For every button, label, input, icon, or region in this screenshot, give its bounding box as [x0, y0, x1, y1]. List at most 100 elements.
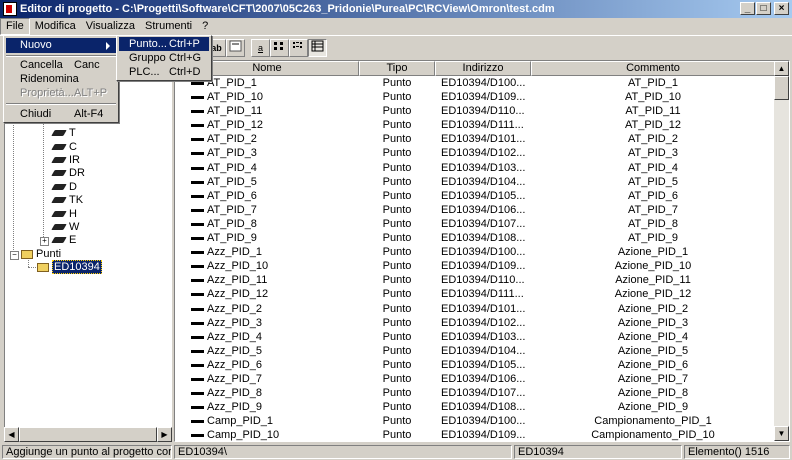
- column-tipo[interactable]: Tipo: [359, 61, 435, 76]
- toolbar-small-icons-button[interactable]: [270, 39, 289, 57]
- tree-item-tk[interactable]: TK: [51, 194, 83, 207]
- maximize-button[interactable]: □: [756, 2, 771, 15]
- table-row[interactable]: Azz_PID_10 Punto ED10394/D109... Azione_PID…: [175, 259, 775, 273]
- menu-modifica[interactable]: Modifica: [30, 18, 81, 35]
- scroll-down-icon[interactable]: ▼: [774, 426, 789, 441]
- cell-comment: AT_PID_3: [628, 147, 678, 160]
- cell-name: Azz_PID_9: [175, 400, 359, 414]
- point-icon: [191, 82, 204, 85]
- cell-comment: AT_PID_1: [628, 77, 678, 89]
- menu-help[interactable]: ?: [197, 18, 213, 35]
- menu-item-ridenomina[interactable]: Ridenomina: [6, 72, 116, 87]
- cell-address: ED10394/D104...: [441, 344, 526, 357]
- table-row[interactable]: AT_PID_9 Punto ED10394/D108... AT_PID_9: [175, 231, 775, 245]
- menu-item-proprieta[interactable]: Proprietà... ALT+P: [6, 86, 116, 101]
- tree-item-c[interactable]: C: [51, 141, 77, 154]
- table-row[interactable]: Azz_PID_5 Punto ED10394/D104... Azione_PID_…: [175, 344, 775, 358]
- folder-icon: [21, 249, 33, 259]
- table-row[interactable]: Camp_PID_10 Punto ED10394/D109... Campionam…: [175, 428, 775, 442]
- cell-name: AT_PID_11: [175, 104, 359, 118]
- table-row[interactable]: AT_PID_5 Punto ED10394/D104... AT_PID_5: [175, 175, 775, 189]
- scroll-up-icon[interactable]: ▲: [774, 61, 789, 76]
- cell-address: ED10394/D108...: [441, 232, 526, 245]
- table-row[interactable]: AT_PID_7 Punto ED10394/D106... AT_PID_7: [175, 203, 775, 217]
- cell-name: Azz_PID_4: [175, 330, 359, 344]
- table-row[interactable]: AT_PID_11 Punto ED10394/D110... AT_PID_11: [175, 104, 775, 118]
- status-count: Elemento() 1516: [684, 445, 790, 459]
- table-row[interactable]: AT_PID_12 Punto ED10394/D111... AT_PID_12: [175, 118, 775, 132]
- column-commento[interactable]: Commento: [531, 61, 775, 76]
- expand-e-toggle[interactable]: +: [40, 237, 49, 246]
- table-row[interactable]: Azz_PID_8 Punto ED10394/D107... Azione_PID_…: [175, 386, 775, 400]
- menu-item-nuovo[interactable]: Nuovo: [6, 38, 116, 53]
- table-row[interactable]: AT_PID_3 Punto ED10394/D102... AT_PID_3: [175, 146, 775, 160]
- file-menu-dropdown: Nuovo Cancella Canc Ridenomina Proprietà…: [3, 35, 119, 123]
- column-indirizzo[interactable]: Indirizzo: [435, 61, 531, 76]
- cell-type: Punto: [382, 203, 412, 216]
- tree-item-dr[interactable]: DR: [51, 167, 85, 180]
- tree-item-ir[interactable]: IR: [51, 154, 80, 167]
- tree-item-e[interactable]: E: [51, 234, 76, 247]
- menu-strumenti[interactable]: Strumenti: [140, 18, 197, 35]
- tree-item-d[interactable]: D: [51, 181, 77, 194]
- point-icon: [191, 124, 204, 128]
- submenu-item-gruppo[interactable]: Gruppo Ctrl+G: [119, 51, 209, 65]
- points-list[interactable]: Nome Tipo Indirizzo Commento AT_PID_1 Pun…: [174, 60, 790, 442]
- app-icon[interactable]: [3, 2, 17, 16]
- tree-item-t[interactable]: T: [51, 127, 76, 140]
- tree-item-w[interactable]: W: [51, 221, 79, 234]
- cell-type: Punto: [382, 302, 412, 315]
- list-vertical-scrollbar[interactable]: ▲ ▼: [774, 61, 789, 441]
- point-icon: [191, 208, 204, 212]
- point-icon: [191, 406, 204, 410]
- table-row[interactable]: AT_PID_1 Punto ED10394/D100... AT_PID_1: [175, 76, 775, 90]
- menu-file[interactable]: File: [0, 18, 30, 35]
- table-row[interactable]: Azz_PID_6 Punto ED10394/D105... Azione_PID_…: [175, 358, 775, 372]
- table-row[interactable]: Camp_PID_1 Punto ED10394/D100... Campioname…: [175, 414, 775, 428]
- scroll-left-icon[interactable]: ◀: [4, 427, 19, 442]
- scroll-thumb[interactable]: [19, 427, 157, 442]
- table-row[interactable]: Azz_PID_2 Punto ED10394/D101... Azione_PID_…: [175, 302, 775, 316]
- table-row[interactable]: Azz_PID_3 Punto ED10394/D102... Azione_PID_…: [175, 316, 775, 330]
- toolbar-properties-button[interactable]: [226, 39, 245, 57]
- menu-item-cancella[interactable]: Cancella Canc: [6, 58, 116, 73]
- title-bar[interactable]: Editor di progetto - C:\Progetti\Softwar…: [0, 0, 792, 18]
- toolbar-list-button[interactable]: [289, 39, 308, 57]
- tree-item-h[interactable]: H: [51, 208, 77, 221]
- cell-type: Punto: [382, 161, 412, 174]
- cell-address: ED10394/D109...: [441, 429, 526, 442]
- toolbar-large-icons-button[interactable]: a: [251, 39, 270, 57]
- menu-item-chiudi[interactable]: Chiudi Alt-F4: [6, 107, 116, 122]
- cell-address: ED10394/D100...: [441, 77, 526, 89]
- cell-type: Punto: [382, 358, 412, 371]
- table-row[interactable]: Azz_PID_1 Punto ED10394/D100... Azione_PID_…: [175, 245, 775, 259]
- scroll-thumb[interactable]: [774, 76, 789, 100]
- point-icon: [191, 222, 204, 226]
- close-button[interactable]: ×: [774, 2, 789, 15]
- table-row[interactable]: AT_PID_10 Punto ED10394/D109... AT_PID_10: [175, 90, 775, 104]
- toolbar-details-list-button[interactable]: [308, 39, 327, 57]
- cell-name: AT_PID_10: [175, 90, 359, 104]
- menu-visualizza[interactable]: Visualizza: [81, 18, 140, 35]
- minimize-button[interactable]: _: [740, 2, 755, 15]
- table-row[interactable]: AT_PID_8 Punto ED10394/D107... AT_PID_8: [175, 217, 775, 231]
- tree-horizontal-scrollbar[interactable]: ◀ ▶: [4, 427, 172, 442]
- scroll-right-icon[interactable]: ▶: [157, 427, 172, 442]
- cell-address: ED10394/D105...: [441, 358, 526, 371]
- collapse-punti-toggle[interactable]: −: [10, 251, 19, 260]
- submenu-item-plc[interactable]: PLC... Ctrl+D: [119, 65, 209, 79]
- table-row[interactable]: Azz_PID_11 Punto ED10394/D110... Azione_PID…: [175, 273, 775, 287]
- table-row[interactable]: Azz_PID_7 Punto ED10394/D106... Azione_PID_…: [175, 372, 775, 386]
- table-row[interactable]: AT_PID_6 Punto ED10394/D105... AT_PID_6: [175, 189, 775, 203]
- table-row[interactable]: Azz_PID_9 Punto ED10394/D108... Azione_PID_…: [175, 400, 775, 414]
- table-row[interactable]: Azz_PID_12 Punto ED10394/D111... Azione_PID…: [175, 287, 775, 301]
- table-row[interactable]: Azz_PID_4 Punto ED10394/D103... Azione_PID_…: [175, 330, 775, 344]
- table-row[interactable]: AT_PID_4 Punto ED10394/D103... AT_PID_4: [175, 161, 775, 175]
- small-icons-icon: [274, 42, 283, 50]
- submenu-item-punto[interactable]: Punto... Ctrl+P: [119, 37, 209, 51]
- point-icon: [191, 110, 204, 114]
- cell-type: Punto: [382, 429, 412, 442]
- table-row[interactable]: AT_PID_2 Punto ED10394/D101... AT_PID_2: [175, 132, 775, 146]
- open-folder-icon: [37, 262, 49, 272]
- tree-item-ed10394[interactable]: ED10394: [37, 260, 102, 274]
